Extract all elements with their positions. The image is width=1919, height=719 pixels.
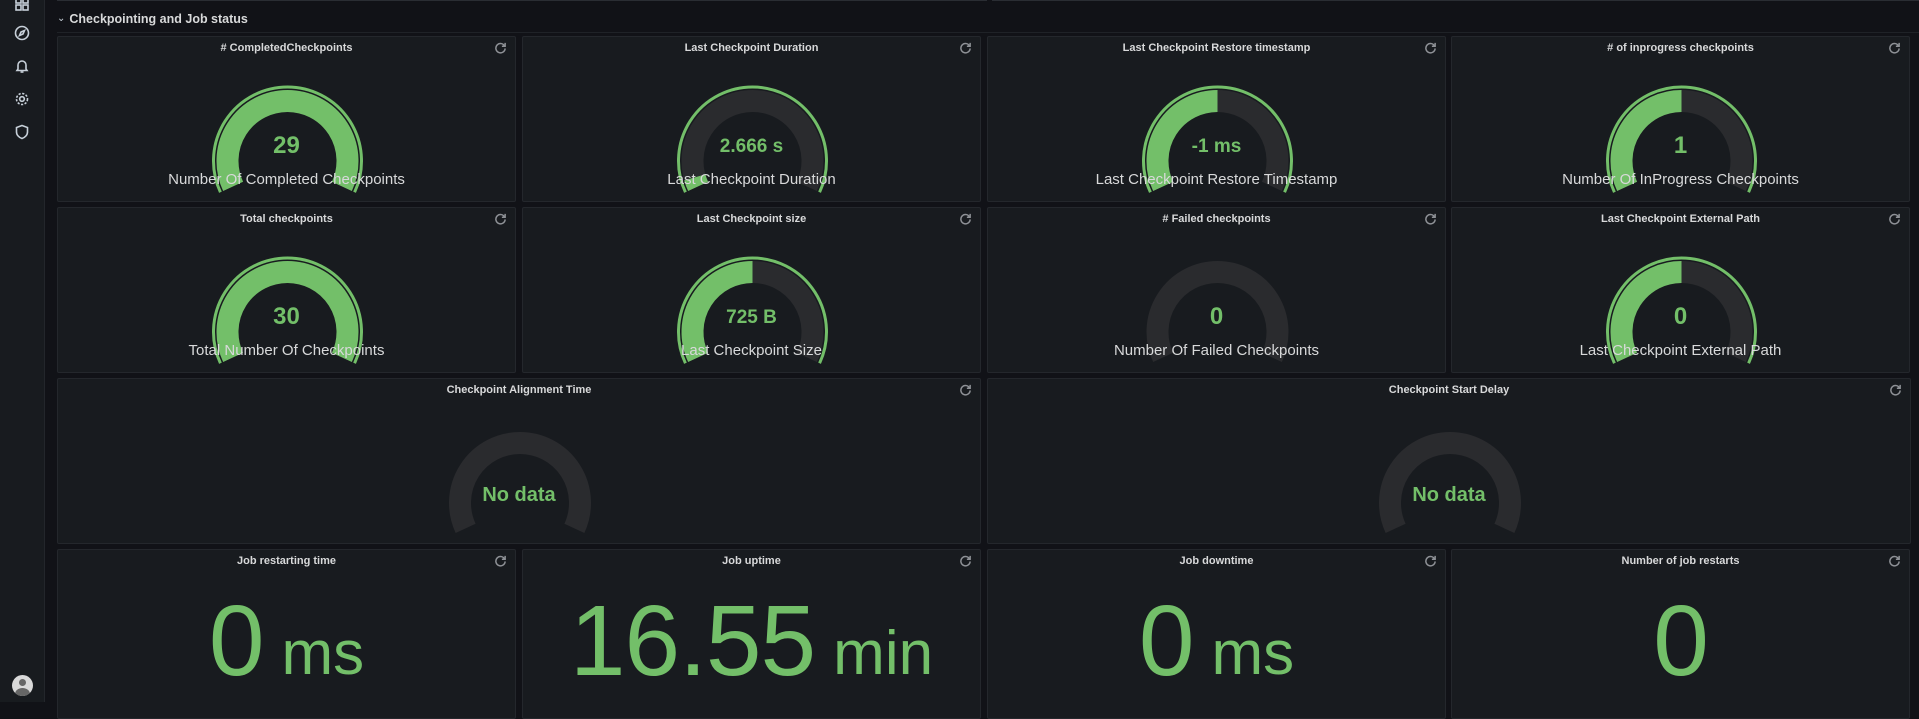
explore-icon[interactable] xyxy=(12,23,32,43)
stat-number: 16.55 xyxy=(569,584,816,697)
gauge-label: Number Of Failed Checkpoints xyxy=(1113,342,1320,359)
gauge-label: Last Checkpoint Duration xyxy=(667,171,836,188)
panel: Last Checkpoint Duration 2.666 s Last Chec… xyxy=(522,36,981,202)
row-divider xyxy=(57,32,1919,33)
gauge-value: No data xyxy=(1412,484,1486,506)
row-header[interactable]: ⌄ Checkpointing and Job status xyxy=(57,10,248,28)
gauge-label: Last Checkpoint External Path xyxy=(1579,342,1782,359)
gauge-value: 0 xyxy=(1209,303,1224,330)
user-avatar[interactable] xyxy=(12,675,33,696)
panel: Last Checkpoint size 725 B Last Checkpoint… xyxy=(522,207,981,373)
gauge-value: 2.666 s xyxy=(719,136,784,157)
stat-value: 0 ms xyxy=(988,564,1445,718)
stat-unit: ms xyxy=(281,618,365,688)
row-title: Checkpointing and Job status xyxy=(69,12,248,26)
stat-value: 0 ms xyxy=(58,564,515,718)
stat-number: 0 xyxy=(1653,584,1709,697)
gauge-value: 29 xyxy=(273,132,300,159)
side-menu xyxy=(0,0,45,702)
gauge-label: Total Number Of Checkpoints xyxy=(188,342,385,359)
gauge-arc xyxy=(1379,432,1521,533)
stat-unit: min xyxy=(833,618,934,688)
panel: Last Checkpoint External Path 0 Last Check… xyxy=(1451,207,1910,373)
panel: Job downtime 0 ms xyxy=(987,549,1446,719)
dashboards-icon[interactable] xyxy=(12,0,32,14)
previous-row-bottom xyxy=(57,0,1919,2)
panel: Number of job restarts 0 xyxy=(1451,549,1910,719)
panel: Checkpoint Start Delay No data xyxy=(987,378,1911,544)
shield-icon[interactable] xyxy=(12,122,32,142)
gauge-value: 30 xyxy=(273,303,300,330)
panel: # of inprogress checkpoints 1 Number Of In… xyxy=(1451,36,1910,202)
panel: Job restarting time 0 ms xyxy=(57,549,516,719)
gauge-value: 0 xyxy=(1673,303,1688,330)
configuration-icon[interactable] xyxy=(12,89,32,109)
panel: # Failed checkpoints 0 Number Of Failed Ch… xyxy=(987,207,1446,373)
gauge-value: -1 ms xyxy=(1191,136,1242,157)
gauge-value: No data xyxy=(482,484,556,506)
stat-number: 0 xyxy=(208,584,265,697)
stat-unit: ms xyxy=(1211,618,1295,688)
stat-value: 16.55 min xyxy=(523,564,980,718)
gauge-arc xyxy=(449,432,591,533)
gauge-label: Last Checkpoint Restore Timestamp xyxy=(1095,171,1338,188)
dashboard-main: ⌄ Checkpointing and Job status # Complet… xyxy=(45,0,1919,719)
gauge-label: Number Of InProgress Checkpoints xyxy=(1562,171,1799,188)
stat-value: 0 xyxy=(1452,564,1909,718)
gauge-label: Number Of Completed Checkpoints xyxy=(168,171,405,188)
gauge-label: Last Checkpoint Size xyxy=(681,342,822,359)
panel: Last Checkpoint Restore timestamp -1 ms La… xyxy=(987,36,1446,202)
chevron-down-icon: ⌄ xyxy=(57,12,66,24)
panel: # CompletedCheckpoints 29 Number Of Comple… xyxy=(57,36,516,202)
gauge-value: 725 B xyxy=(726,307,777,328)
panel: Checkpoint Alignment Time No data xyxy=(57,378,981,544)
stat-number: 0 xyxy=(1138,584,1195,697)
panel: Total checkpoints 30 Total Number Of Check… xyxy=(57,207,516,373)
gauge-value: 1 xyxy=(1673,132,1688,159)
panel: Job uptime 16.55 min xyxy=(522,549,981,719)
alerting-icon[interactable] xyxy=(12,56,32,76)
